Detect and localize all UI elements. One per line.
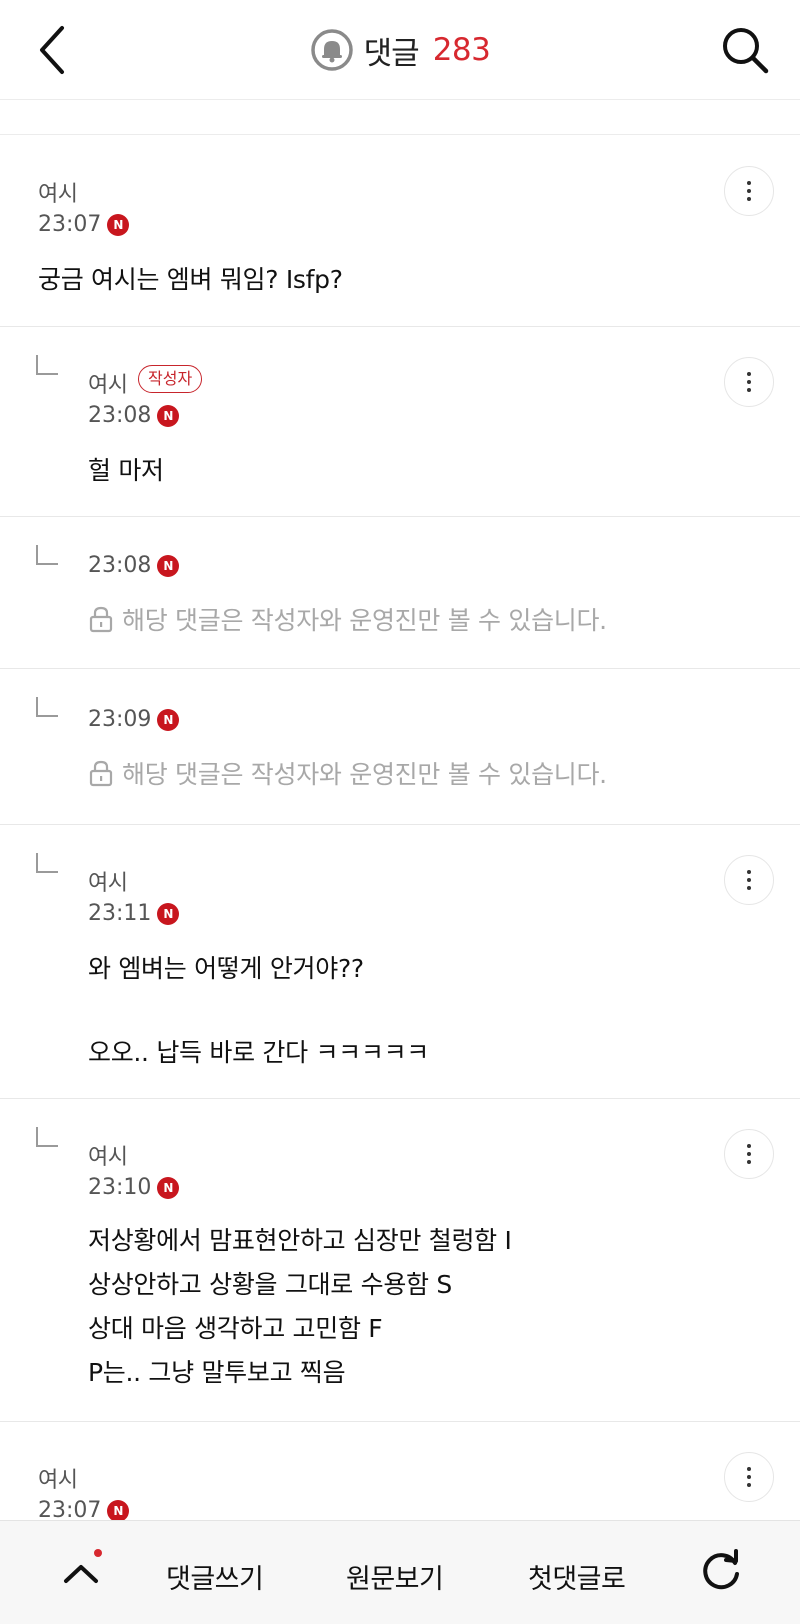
comment-time: 23:10 N <box>88 1175 180 1200</box>
more-options-button[interactable] <box>724 855 774 905</box>
comment-author: 여시 <box>38 1468 78 1493</box>
more-options-button[interactable] <box>724 1452 774 1502</box>
view-original-button[interactable]: 원문보기 <box>346 1557 444 1596</box>
comment-time: 23:11 N <box>88 901 180 926</box>
comment-line: 상상안하고 상황을 그대로 수용함 S <box>88 1270 452 1299</box>
comment-body: 헐 마저 <box>88 456 164 485</box>
comment-author: 여시 <box>88 1145 128 1170</box>
reply-arrow-icon <box>36 355 58 375</box>
time-text: 23:07 <box>38 1498 102 1520</box>
reply-item: 23:09 N 해당 댓글은 작성자와 운영진만 볼 수 있습니다. <box>0 669 800 825</box>
new-badge: N <box>107 213 130 236</box>
lock-icon <box>89 760 113 787</box>
reply-item: 여시 23:10 N 저상황에서 맘표현안하고 심장만 철렁함 I 상상안하고 … <box>0 1099 800 1422</box>
reply-arrow-icon <box>36 545 58 565</box>
comment-line: 와 엠벼는 어떻게 안거야?? <box>88 954 364 983</box>
comment-author: 여시 <box>88 373 128 398</box>
header-title-group: 댓글 283 <box>0 26 800 74</box>
new-badge: N <box>107 1499 130 1520</box>
comment-body: 와 엠벼는 어떻게 안거야?? 오오.. 납득 바로 간다 ㅋㅋㅋㅋㅋ <box>88 947 429 1075</box>
comment-time: 23:09 N <box>88 707 180 732</box>
comment-author: 여시 <box>38 182 78 207</box>
comment-item: 여시 23:07 N <box>0 1422 800 1520</box>
notification-dot <box>94 1549 102 1557</box>
new-badge: N <box>157 708 180 731</box>
search-button[interactable] <box>718 22 772 78</box>
bell-icon[interactable] <box>310 28 354 72</box>
lock-icon <box>89 606 113 633</box>
refresh-button[interactable] <box>696 1547 746 1597</box>
search-icon <box>723 28 769 74</box>
comment-time: 23:07 N <box>38 1498 130 1520</box>
time-text: 23:09 <box>88 707 152 732</box>
page-title: 댓글 <box>363 35 420 72</box>
private-comment-notice: 해당 댓글은 작성자와 운영진만 볼 수 있습니다. <box>88 755 607 791</box>
new-badge: N <box>157 902 180 925</box>
reply-arrow-icon <box>36 1127 58 1147</box>
reply-arrow-icon <box>36 853 58 873</box>
new-badge: N <box>157 554 180 577</box>
comment-count: 283 <box>432 32 491 68</box>
time-text: 23:08 <box>88 403 152 428</box>
new-badge: N <box>157 404 180 427</box>
private-text: 해당 댓글은 작성자와 운영진만 볼 수 있습니다. <box>122 606 607 635</box>
time-text: 23:08 <box>88 553 152 578</box>
time-text: 23:10 <box>88 1175 152 1200</box>
list-top-spacer <box>0 101 800 135</box>
comment-time: 23:08 N <box>88 403 180 428</box>
private-text: 해당 댓글은 작성자와 운영진만 볼 수 있습니다. <box>122 760 607 789</box>
time-text: 23:07 <box>38 212 102 237</box>
more-options-button[interactable] <box>724 357 774 407</box>
comment-body: 궁금 여시는 엠벼 뭐임? Isfp? <box>38 265 343 294</box>
bottom-action-bar: 댓글쓰기 원문보기 첫댓글로 <box>0 1520 800 1624</box>
app-header: 댓글 283 <box>0 0 800 100</box>
author-badge: 작성자 <box>138 365 203 393</box>
reply-item: 23:08 N 해당 댓글은 작성자와 운영진만 볼 수 있습니다. <box>0 517 800 669</box>
comment-author: 여시 <box>88 871 128 896</box>
comment-time: 23:07 N <box>38 212 130 237</box>
time-text: 23:11 <box>88 901 152 926</box>
reply-arrow-icon <box>36 697 58 717</box>
refresh-icon <box>703 1549 739 1590</box>
first-comment-button[interactable]: 첫댓글로 <box>528 1557 626 1596</box>
new-badge: N <box>157 1176 180 1199</box>
private-comment-notice: 해당 댓글은 작성자와 운영진만 볼 수 있습니다. <box>88 601 607 637</box>
more-options-button[interactable] <box>724 166 774 216</box>
comment-line: 상대 마음 생각하고 고민함 F <box>88 1314 383 1343</box>
comment-line: P는.. 그냥 말투보고 찍음 <box>88 1358 346 1387</box>
comment-line: 저상황에서 맘표현안하고 심장만 철렁함 I <box>88 1226 512 1255</box>
comment-body: 저상황에서 맘표현안하고 심장만 철렁함 I 상상안하고 상황을 그대로 수용함… <box>88 1219 512 1395</box>
reply-item: 여시 23:11 N 와 엠벼는 어떻게 안거야?? 오오.. 납득 바로 간다… <box>0 825 800 1099</box>
more-options-button[interactable] <box>724 1129 774 1179</box>
write-comment-button[interactable]: 댓글쓰기 <box>166 1557 264 1596</box>
comment-line: 오오.. 납득 바로 간다 ㅋㅋㅋㅋㅋ <box>88 1038 429 1067</box>
comment-time: 23:08 N <box>88 553 180 578</box>
comment-blank-line <box>88 991 429 1031</box>
comment-item: 여시 23:07 N 궁금 여시는 엠벼 뭐임? Isfp? <box>0 136 800 327</box>
reply-item: 여시 작성자 23:08 N 헐 마저 <box>0 327 800 517</box>
